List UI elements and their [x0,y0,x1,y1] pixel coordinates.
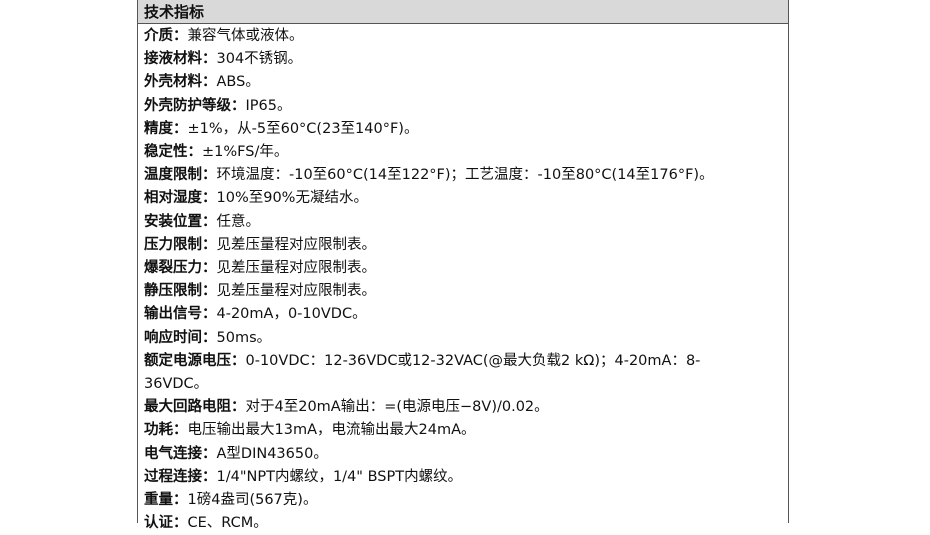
spec-label: 外壳材料： [144,74,217,91]
spec-row-housing-material: 外壳材料：ABS。 [144,71,788,94]
spec-label: 介质： [144,28,188,44]
spec-value: 环境温度：-10至60°C(14至122°F)；工艺温度：-10至80°C(14… [216,167,714,184]
spec-row-power-consumption: 功耗：电压输出最大13mA，电流输出最大24mA。 [144,419,788,442]
spec-label: 额定电源电压： [144,352,246,369]
spec-value: 4-20mA，0-10VDC。 [216,306,367,323]
spec-label: 接液材料： [144,51,217,68]
spec-label: 温度限制： [144,167,217,184]
spec-row-protection-rating: 外壳防护等级：IP65。 [144,95,788,118]
spec-row-loop-resistance: 最大回路电阻：对于4至20mA输出：=(电源电压−8V)/0.02。 [144,396,788,419]
spec-label: 稳定性： [144,144,202,161]
spec-value: 对于4至20mA输出：=(电源电压−8V)/0.02。 [245,399,549,416]
spec-value: 见差压量程对应限制表。 [216,283,377,300]
spec-label: 过程连接： [144,468,217,485]
spec-value: 见差压量程对应限制表。 [216,236,377,253]
spec-row-burst-pressure: 爆裂压力：见差压量程对应限制表。 [144,257,788,280]
spec-label: 安装位置： [144,213,217,230]
spec-row-humidity: 相对湿度：10%至90%无凝结水。 [144,187,788,210]
spec-value: 电压输出最大13mA，电流输出最大24mA。 [187,422,476,439]
spec-value: CE、RCM。 [187,515,268,532]
spec-header: 技术指标 [138,0,788,24]
spec-value: 50ms。 [216,329,272,346]
spec-value: 见差压量程对应限制表。 [216,260,377,277]
spec-table: 技术指标 介质：兼容气体或液体。 接液材料：304不锈钢。 外壳材料：ABS。 … [137,0,789,531]
spec-value: IP65。 [245,97,292,114]
spec-value: 1磅4盎司(567克)。 [187,492,318,509]
spec-label: 精度： [144,120,188,137]
spec-row-weight: 重量：1磅4盎司(567克)。 [144,489,788,512]
spec-rows: 介质：兼容气体或液体。 接液材料：304不锈钢。 外壳材料：ABS。 外壳防护等… [138,24,788,535]
spec-row-accuracy: 精度：±1%，从-5至60°C(23至140°F)。 [144,118,788,141]
spec-value: 1/4"NPT内螺纹，1/4" BSPT内螺纹。 [216,468,463,485]
spec-row-response-time: 响应时间：50ms。 [144,327,788,350]
spec-label: 电气连接： [144,445,217,462]
spec-row-wetted-material: 接液材料：304不锈钢。 [144,48,788,71]
spec-value: 任意。 [216,213,261,230]
spec-row-electrical-connection: 电气连接：A型DIN43650。 [144,443,788,466]
spec-label: 认证： [144,515,188,532]
spec-label: 输出信号： [144,306,217,323]
spec-value: ±1%，从-5至60°C(23至140°F)。 [187,120,419,137]
spec-row-temperature-limits: 温度限制：环境温度：-10至60°C(14至122°F)；工艺温度：-10至80… [144,164,788,187]
spec-value: 10%至90%无凝结水。 [216,190,368,207]
spec-value: 304不锈钢。 [216,51,303,68]
spec-label: 外壳防护等级： [144,97,246,114]
spec-row-medium: 介质：兼容气体或液体。 [144,25,788,48]
spec-row-mounting: 安装位置：任意。 [144,211,788,234]
spec-label: 最大回路电阻： [144,399,246,416]
spec-row-static-pressure: 静压限制：见差压量程对应限制表。 [144,280,788,303]
spec-value: ±1%FS/年。 [202,144,289,161]
spec-label: 响应时间： [144,329,217,346]
spec-label: 静压限制： [144,283,217,300]
spec-row-output-signal: 输出信号：4-20mA，0-10VDC。 [144,303,788,326]
spec-label: 相对湿度： [144,190,217,207]
spec-row-stability: 稳定性：±1%FS/年。 [144,141,788,164]
spec-value: A型DIN43650。 [216,445,328,462]
spec-row-supply-voltage: 额定电源电压：0-10VDC：12-36VDC或12-32VAC(@最大负载2 … [144,350,764,396]
spec-value: 兼容气体或液体。 [187,28,304,44]
spec-row-process-connection: 过程连接：1/4"NPT内螺纹，1/4" BSPT内螺纹。 [144,466,788,489]
spec-label: 重量： [144,492,188,509]
spec-label: 爆裂压力： [144,260,217,277]
spec-row-pressure-limits: 压力限制：见差压量程对应限制表。 [144,234,788,257]
spec-label: 压力限制： [144,236,217,253]
spec-value: ABS。 [216,74,260,91]
spec-row-certification: 认证：CE、RCM。 [144,512,788,535]
spec-label: 功耗： [144,422,188,439]
